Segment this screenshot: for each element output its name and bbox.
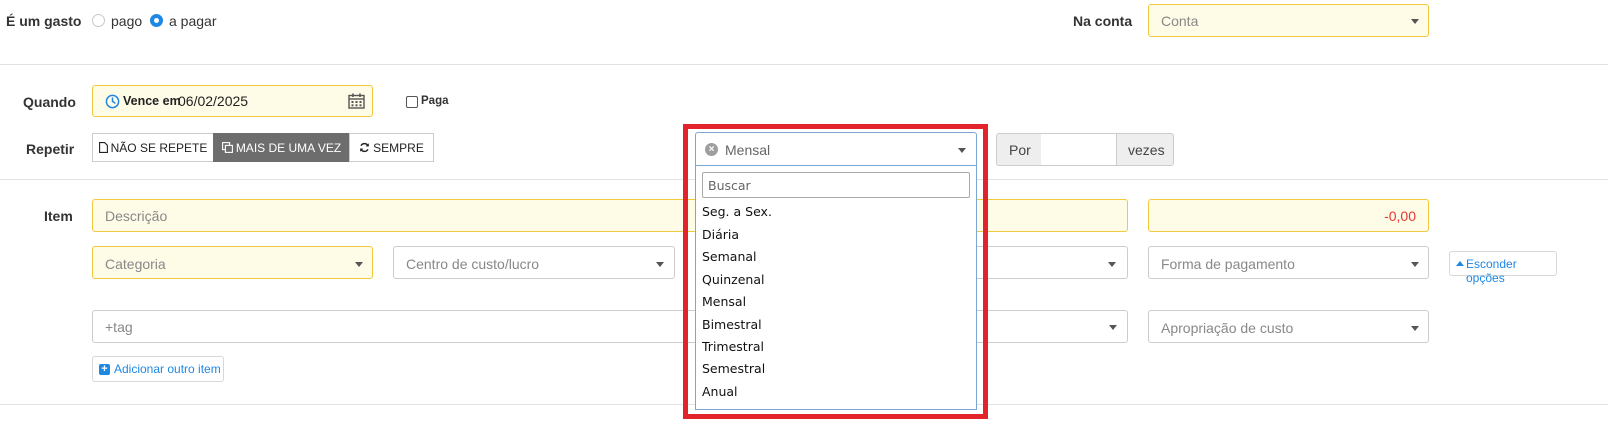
cost-center-placeholder: Centro de custo/lucro bbox=[406, 256, 540, 272]
chevron-down-icon bbox=[656, 262, 664, 267]
chevron-down-icon bbox=[1108, 262, 1116, 267]
radio-a-pagar[interactable] bbox=[150, 14, 163, 27]
due-prefix: Vence em bbox=[123, 94, 181, 108]
refresh-icon bbox=[360, 142, 370, 153]
add-item-label: Adicionar outro item bbox=[114, 362, 221, 376]
vezes-label: vezes bbox=[1128, 142, 1165, 158]
when-label: Quando bbox=[23, 94, 76, 110]
due-date-field[interactable]: Vence em 06/02/2025 bbox=[92, 85, 373, 117]
tag-placeholder: +tag bbox=[105, 319, 133, 335]
more-than-once-label: MAIS DE UMA VEZ bbox=[235, 140, 342, 155]
radio-pago-label: pago bbox=[111, 13, 143, 29]
hide-options-label: Esconder opções bbox=[1466, 257, 1517, 285]
file-icon bbox=[98, 142, 108, 153]
description-placeholder: Descrição bbox=[105, 208, 168, 224]
hide-options-button[interactable]: Esconder opções bbox=[1449, 251, 1557, 285]
due-date-value: 06/02/2025 bbox=[178, 93, 249, 109]
paid-label: Paga bbox=[421, 95, 449, 107]
cost-allocation-select[interactable]: Apropriação de custo bbox=[1148, 310, 1429, 343]
chevron-down-icon bbox=[1109, 325, 1117, 330]
por-label: Por bbox=[1009, 142, 1031, 158]
clock-icon bbox=[105, 94, 120, 109]
copy-icon bbox=[221, 142, 233, 153]
category-select[interactable]: Categoria bbox=[92, 246, 373, 279]
chevron-down-icon bbox=[1411, 262, 1419, 267]
account-select[interactable]: Conta bbox=[1148, 4, 1429, 37]
add-item-button[interactable]: + Adicionar outro item bbox=[92, 356, 224, 382]
chevron-down-icon bbox=[355, 262, 363, 267]
category-placeholder: Categoria bbox=[105, 256, 166, 272]
account-label: Na conta bbox=[1073, 13, 1133, 29]
plus-square-icon: + bbox=[99, 363, 110, 375]
radio-pago[interactable] bbox=[92, 14, 105, 27]
expense-label: É um gasto bbox=[6, 13, 82, 29]
divider bbox=[0, 64, 1608, 65]
item-label: Item bbox=[44, 208, 73, 224]
vezes-addon: vezes bbox=[1116, 133, 1174, 166]
caret-up-icon bbox=[1456, 261, 1464, 266]
payment-method-select[interactable]: Forma de pagamento bbox=[1148, 246, 1429, 279]
amount-input[interactable]: -0,00 bbox=[1148, 199, 1429, 232]
por-addon: Por bbox=[996, 133, 1042, 166]
amount-value: -0,00 bbox=[1384, 208, 1416, 224]
repeat-label: Repetir bbox=[26, 141, 75, 157]
always-label: SEMPRE bbox=[373, 140, 424, 155]
no-repeat-label: NÃO SE REPETE bbox=[110, 140, 208, 155]
chevron-down-icon bbox=[1411, 326, 1419, 331]
payment-method-placeholder: Forma de pagamento bbox=[1161, 256, 1295, 272]
highlight-box bbox=[683, 124, 988, 419]
times-input[interactable] bbox=[1041, 133, 1117, 166]
radio-a-pagar-label: a pagar bbox=[169, 13, 217, 29]
paid-checkbox[interactable] bbox=[406, 96, 418, 108]
calendar-icon[interactable] bbox=[348, 93, 365, 109]
no-repeat-button[interactable]: NÃO SE REPETE bbox=[92, 133, 214, 162]
more-than-once-button[interactable]: MAIS DE UMA VEZ bbox=[213, 133, 350, 162]
always-button[interactable]: SEMPRE bbox=[349, 133, 434, 162]
account-placeholder: Conta bbox=[1161, 13, 1199, 29]
chevron-down-icon bbox=[1411, 19, 1419, 24]
cost-allocation-placeholder: Apropriação de custo bbox=[1161, 320, 1294, 336]
cost-center-select[interactable]: Centro de custo/lucro bbox=[393, 246, 675, 279]
